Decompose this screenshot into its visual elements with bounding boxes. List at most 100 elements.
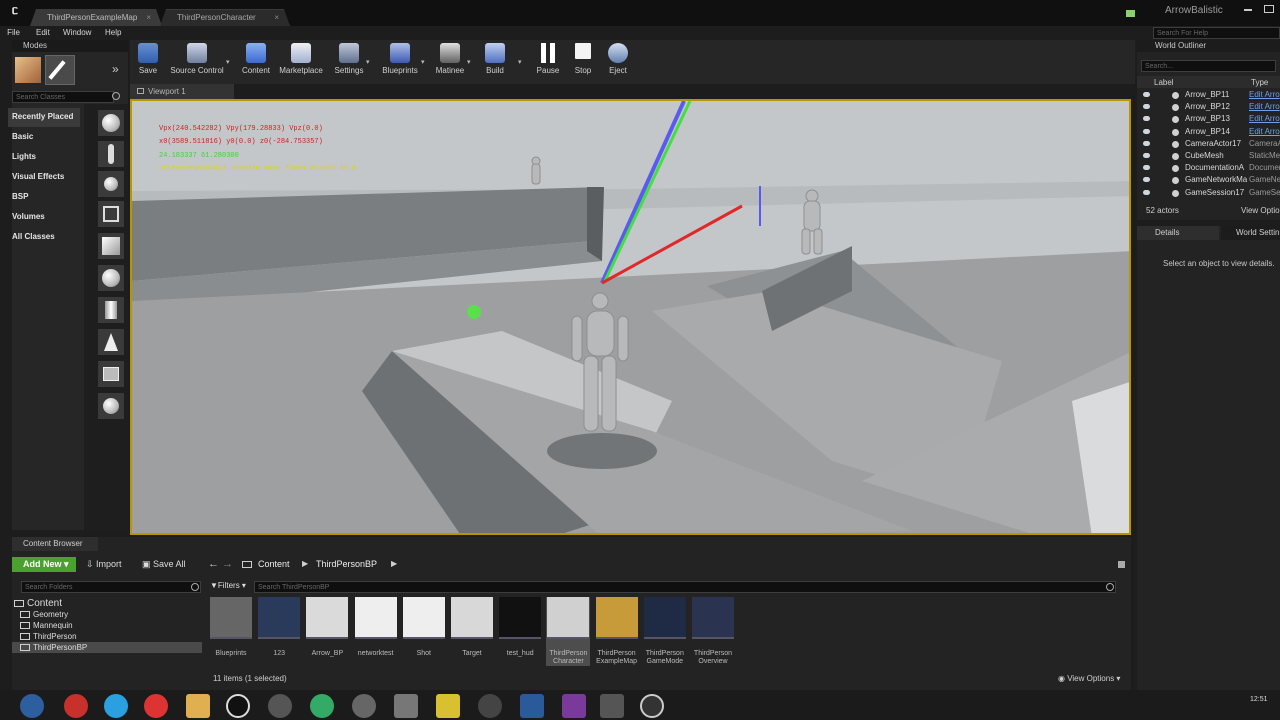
category-volumes[interactable]: Volumes xyxy=(12,208,84,227)
pause-button[interactable]: Pause xyxy=(534,43,562,75)
app-icon[interactable] xyxy=(478,694,502,718)
chrome-icon[interactable] xyxy=(144,694,168,718)
outliner-search-input[interactable]: Search... xyxy=(1141,60,1276,72)
category-all-classes[interactable]: All Classes xyxy=(12,228,84,247)
build-dropdown[interactable]: ▾ xyxy=(518,58,522,66)
actor-type[interactable]: Edit Arro xyxy=(1249,113,1280,125)
asset-tile[interactable]: networktest xyxy=(354,597,398,658)
opera-icon[interactable] xyxy=(64,694,88,718)
asset-tile[interactable]: ThirdPerson Overview xyxy=(691,597,735,666)
app-icon[interactable] xyxy=(600,694,624,718)
outliner-row[interactable]: Arrow_BP12 Edit Arro xyxy=(1137,101,1280,113)
col-type[interactable]: Type xyxy=(1251,78,1268,87)
cylinder-icon[interactable] xyxy=(98,297,124,323)
lock-icon[interactable] xyxy=(1118,561,1125,568)
outliner-row[interactable]: Arrow_BP13 Edit Arro xyxy=(1137,113,1280,125)
eye-icon[interactable] xyxy=(1143,177,1150,183)
eye-icon[interactable] xyxy=(1143,153,1150,158)
breadcrumb-thirdpersonbp[interactable]: ThirdPersonBP xyxy=(316,559,377,569)
box-trigger-icon[interactable] xyxy=(98,393,124,419)
folder-item[interactable]: ThirdPersonBP xyxy=(12,642,202,653)
more-modes-icon[interactable]: » xyxy=(112,62,119,76)
menu-file[interactable]: File xyxy=(0,28,22,37)
matinee-button[interactable]: Matinee xyxy=(432,43,468,75)
eye-icon[interactable] xyxy=(1143,128,1150,134)
tab-world-settings[interactable]: World Settin xyxy=(1221,226,1280,240)
asset-tile[interactable]: ThirdPerson Character xyxy=(546,597,591,666)
outliner-row[interactable]: Arrow_BP11 Edit Arro xyxy=(1137,89,1280,101)
folder-item[interactable]: Content xyxy=(12,598,202,609)
category-visual-effects[interactable]: Visual Effects xyxy=(12,168,84,187)
build-button[interactable]: Build xyxy=(481,43,509,75)
cb-view-options[interactable]: ◉ View Options ▾ xyxy=(1058,674,1120,683)
blueprints-dropdown[interactable]: ▾ xyxy=(421,58,425,66)
skype-icon[interactable] xyxy=(104,694,128,718)
category-lights[interactable]: Lights xyxy=(12,148,84,167)
filters-button[interactable]: ▼Filters ▾ xyxy=(210,581,246,590)
breadcrumb-content[interactable]: Content xyxy=(258,559,290,569)
blueprints-button[interactable]: Blueprints xyxy=(379,43,421,75)
stop-button[interactable]: Stop xyxy=(570,43,596,75)
category-bsp[interactable]: BSP xyxy=(12,188,84,207)
close-icon[interactable]: × xyxy=(274,10,279,26)
app-icon[interactable] xyxy=(352,694,376,718)
tab-character[interactable]: ThirdPersonCharacter × xyxy=(160,9,290,26)
sphere-icon[interactable] xyxy=(98,265,124,291)
place-mode-icon[interactable] xyxy=(15,57,41,83)
app-icon[interactable] xyxy=(268,694,292,718)
app-icon[interactable] xyxy=(562,694,586,718)
save-button[interactable]: Save xyxy=(135,43,161,75)
outliner-row[interactable]: DocumentationA Documen xyxy=(1137,162,1280,174)
asset-tile[interactable]: Arrow_BP xyxy=(305,597,349,658)
maximize-button[interactable] xyxy=(1264,5,1274,13)
outliner-row[interactable]: Arrow_BP14 Edit Arro xyxy=(1137,126,1280,138)
search-assets-input[interactable]: Search ThirdPersonBP xyxy=(254,581,1116,593)
asset-tile[interactable]: Blueprints xyxy=(209,597,253,658)
col-label[interactable]: Label xyxy=(1154,78,1174,87)
actor-type[interactable]: CameraA xyxy=(1249,138,1280,150)
outliner-header[interactable]: World Outliner xyxy=(1137,40,1280,52)
save-all-button[interactable]: ▣ Save All xyxy=(142,559,186,570)
eye-icon[interactable] xyxy=(1143,92,1150,97)
actor-type[interactable]: Edit Arro xyxy=(1249,126,1280,138)
asset-tile[interactable]: Target xyxy=(450,597,494,658)
level-viewport[interactable]: Vpx(240.542282) Vpy(179.28833) Vpz(0.0) … xyxy=(130,99,1131,535)
cone-icon[interactable] xyxy=(98,329,124,355)
tab-details[interactable]: Details xyxy=(1137,226,1219,240)
folder-icon[interactable] xyxy=(186,694,210,718)
asset-tile[interactable]: test_hud xyxy=(498,597,542,658)
category-recently-placed[interactable]: Recently Placed xyxy=(8,108,80,127)
actor-type[interactable]: Documen xyxy=(1249,162,1280,174)
folder-item[interactable]: Mannequin xyxy=(12,620,202,631)
actor-type[interactable]: Edit Arro xyxy=(1249,89,1280,101)
actor-type[interactable]: GameNe xyxy=(1249,174,1280,186)
app-icon[interactable] xyxy=(394,694,418,718)
cube-icon[interactable] xyxy=(98,233,124,259)
outliner-view-options[interactable]: View Optio xyxy=(1241,206,1280,215)
paint-mode-icon[interactable] xyxy=(45,55,75,85)
app-icon[interactable] xyxy=(520,694,544,718)
menu-edit[interactable]: Edit xyxy=(36,28,50,37)
point-light-icon[interactable] xyxy=(98,171,124,197)
content-button[interactable]: Content xyxy=(239,43,273,75)
app-icon[interactable] xyxy=(436,694,460,718)
eye-icon[interactable] xyxy=(1143,104,1150,110)
menu-help[interactable]: Help xyxy=(105,28,121,37)
content-browser-tab[interactable]: Content Browser xyxy=(12,537,98,551)
source-control-button[interactable]: Source Control xyxy=(167,43,227,75)
outliner-row[interactable]: CubeMesh StaticMe xyxy=(1137,150,1280,162)
plane-icon[interactable] xyxy=(98,361,124,387)
outliner-row[interactable]: GameNetworkMa GameNe xyxy=(1137,174,1280,186)
outliner-row[interactable]: GameSession17 GameSe xyxy=(1137,187,1280,199)
settings-button[interactable]: Settings xyxy=(331,43,367,75)
folder-item[interactable]: ThirdPerson xyxy=(12,631,202,642)
category-basic[interactable]: Basic xyxy=(12,128,84,147)
tab-map[interactable]: ThirdPersonExampleMap × xyxy=(30,9,162,26)
eye-icon[interactable] xyxy=(1143,116,1150,122)
search-help-input[interactable]: Search For Help xyxy=(1153,27,1280,39)
app-icon[interactable] xyxy=(310,694,334,718)
eye-icon[interactable] xyxy=(1143,189,1150,195)
tab-viewport[interactable]: Viewport 1 xyxy=(130,84,234,99)
menu-window[interactable]: Window xyxy=(63,28,91,37)
start-icon[interactable] xyxy=(20,694,44,718)
